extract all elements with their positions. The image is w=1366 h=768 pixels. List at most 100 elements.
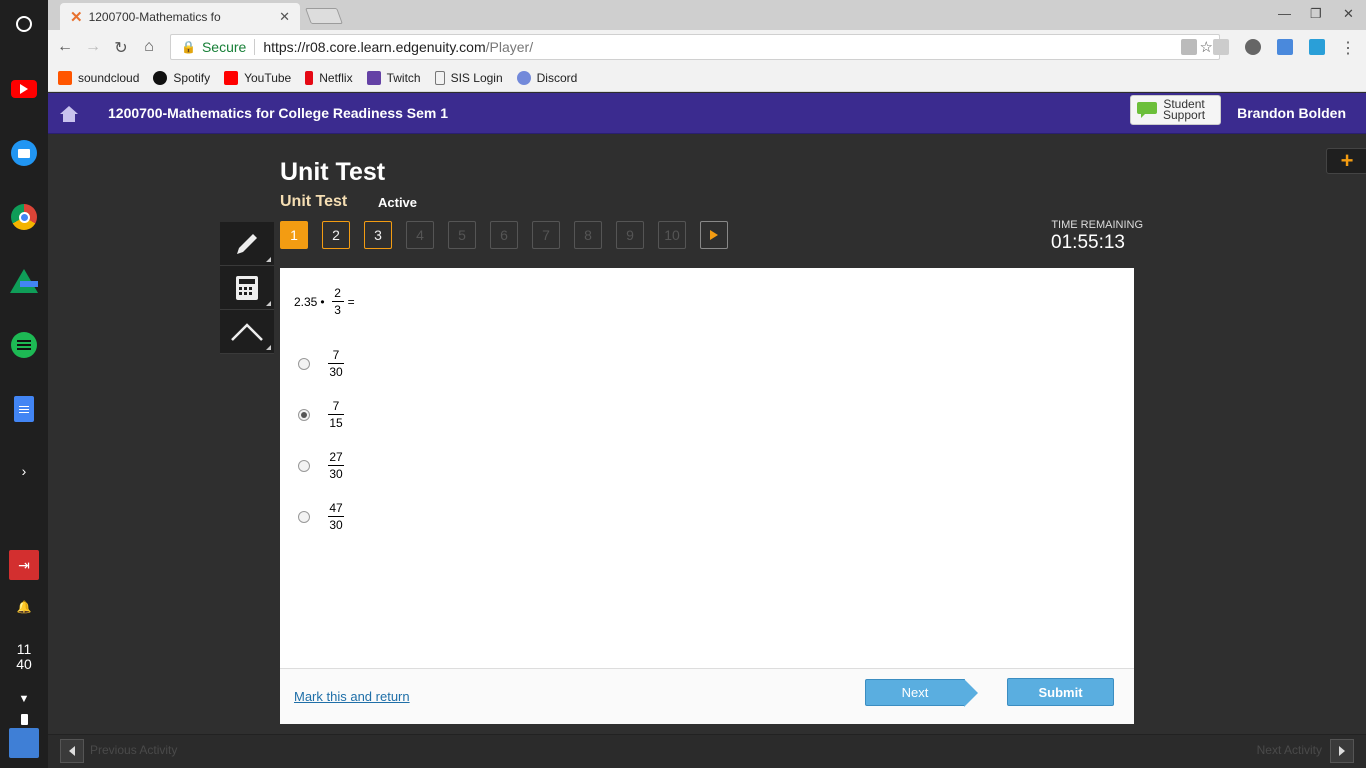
bookmark-netflix[interactable]: Netflix: [305, 70, 353, 85]
chrome-app-icon[interactable]: [9, 202, 39, 232]
home-icon[interactable]: ⌂: [139, 38, 159, 56]
user-name[interactable]: Brandon Bolden: [1237, 105, 1346, 121]
bookmark-sis-login[interactable]: SIS Login: [434, 70, 503, 85]
lock-icon: 🔒: [181, 40, 196, 54]
pencil-tool[interactable]: [220, 222, 274, 266]
next-questions-button[interactable]: [700, 221, 728, 249]
question-button-10[interactable]: 10: [658, 221, 686, 249]
activity-navigation-bar: Previous Activity Next Activity: [48, 734, 1366, 768]
question-button-4[interactable]: 4: [406, 221, 434, 249]
chevron-left-icon: [69, 746, 75, 756]
pencil-icon: [237, 233, 257, 254]
previous-activity-label[interactable]: Previous Activity: [90, 743, 177, 757]
expand-plus-button[interactable]: +: [1326, 148, 1366, 174]
minimize-icon[interactable]: —: [1278, 6, 1291, 21]
forward-icon[interactable]: →: [83, 38, 103, 56]
close-tab-icon[interactable]: ✕: [279, 9, 290, 25]
docs-app-icon[interactable]: [9, 394, 39, 424]
files-app-icon[interactable]: [9, 138, 39, 168]
clock-minute: 40: [16, 656, 32, 672]
answer-choice-a[interactable]: 7 30: [298, 348, 348, 379]
bookmark-label: Discord: [536, 70, 578, 85]
timer-label: TIME REMAINING: [1051, 219, 1143, 231]
browser-menu-icon[interactable]: ⋮: [1338, 38, 1358, 58]
answer-radio[interactable]: [298, 510, 310, 523]
highlighter-tool[interactable]: [220, 310, 274, 354]
previous-activity-button[interactable]: [60, 739, 84, 763]
browser-tab[interactable]: ✕ 1200700-Mathematics fo ✕: [60, 3, 300, 30]
fraction-numerator: 7: [332, 399, 340, 413]
question-button-7[interactable]: 7: [532, 221, 560, 249]
bookmark-label: soundcloud: [78, 70, 140, 85]
back-icon[interactable]: ←: [55, 38, 75, 56]
user-avatar[interactable]: [9, 728, 39, 758]
extension-copy-icon[interactable]: [1213, 39, 1229, 55]
question-button-3[interactable]: 3: [364, 221, 392, 249]
launcher-icon[interactable]: [9, 9, 39, 39]
fraction-denominator: 30: [329, 365, 343, 379]
address-bar[interactable]: 🔒 Secure https://r08.core.learn.edgenuit…: [170, 34, 1220, 60]
url-path: /Player/: [485, 39, 534, 55]
bookmark-twitch[interactable]: Twitch: [366, 70, 421, 85]
next-activity-button[interactable]: [1330, 739, 1354, 763]
answer-choice-b[interactable]: 7 15: [298, 399, 348, 430]
exit-app-icon[interactable]: ⇥: [9, 550, 39, 580]
expand-shelf-icon[interactable]: ›: [9, 456, 39, 486]
close-window-icon[interactable]: ✕: [1343, 6, 1354, 22]
question-button-5[interactable]: 5: [448, 221, 476, 249]
next-button-arrow[interactable]: [964, 679, 978, 707]
chevron-right-icon: [1339, 746, 1345, 756]
caret-tool-icon: [231, 322, 263, 341]
system-clock[interactable]: 11 40: [0, 642, 48, 672]
answer-radio-selected[interactable]: [298, 408, 310, 421]
question-prompt: 2.35 • 2 3 =: [294, 286, 355, 317]
restore-icon[interactable]: ❐: [1310, 6, 1322, 22]
answer-choice-c[interactable]: 27 30: [298, 450, 348, 481]
bookmark-label: YouTube: [244, 70, 292, 85]
youtube-app-icon[interactable]: [9, 74, 39, 104]
notification-bell-icon[interactable]: 🔔: [9, 592, 39, 622]
new-tab-button[interactable]: [305, 8, 343, 24]
answer-fraction: 27 30: [328, 450, 344, 481]
answer-fraction: 47 30: [328, 501, 344, 532]
calculator-tool[interactable]: [220, 266, 274, 310]
spotify-app-icon[interactable]: [9, 330, 39, 360]
bookmark-youtube[interactable]: YouTube: [224, 70, 292, 85]
answer-radio[interactable]: [298, 357, 310, 370]
tab-title: 1200700-Mathematics fo: [88, 9, 221, 24]
submit-button[interactable]: Submit: [1007, 678, 1114, 706]
bookmark-star-icon[interactable]: ☆: [1200, 38, 1213, 56]
next-activity-label[interactable]: Next Activity: [1257, 743, 1322, 757]
twitch-icon: [366, 70, 381, 85]
question-button-2[interactable]: 2: [322, 221, 350, 249]
course-home-button[interactable]: [48, 93, 90, 134]
question-footer: Mark this and return Next Submit: [280, 668, 1134, 724]
support-label: Student Support: [1163, 98, 1205, 121]
mark-and-return-link[interactable]: Mark this and return: [294, 689, 410, 704]
bookmark-discord[interactable]: Discord: [516, 70, 578, 85]
reload-icon[interactable]: ↻: [111, 38, 131, 58]
question-button-1[interactable]: 1: [280, 221, 308, 249]
next-button[interactable]: Next: [865, 679, 965, 706]
fraction-bar: [328, 516, 344, 517]
bookmark-label: Spotify: [173, 70, 211, 85]
answer-radio[interactable]: [298, 459, 310, 472]
question-button-8[interactable]: 8: [574, 221, 602, 249]
question-button-9[interactable]: 9: [616, 221, 644, 249]
fraction-numerator: 2: [334, 286, 341, 300]
extension-m-icon[interactable]: [1181, 39, 1197, 55]
question-button-6[interactable]: 6: [490, 221, 518, 249]
drive-app-icon[interactable]: [9, 266, 39, 296]
bookmark-soundcloud[interactable]: soundcloud: [58, 70, 140, 85]
youtube-icon: [224, 70, 239, 85]
activity-status: Active: [378, 195, 418, 210]
extension-cloud-icon[interactable]: [1309, 39, 1325, 55]
student-support-button[interactable]: Student Support: [1130, 95, 1221, 125]
translate-icon[interactable]: [1277, 39, 1293, 55]
tab-strip: ✕ 1200700-Mathematics fo ✕ — ❐ ✕: [48, 0, 1366, 30]
fraction-denominator: 3: [334, 303, 341, 317]
bookmark-spotify[interactable]: Spotify: [153, 70, 211, 85]
extension-mask-icon[interactable]: [1245, 39, 1261, 55]
answer-choice-d[interactable]: 47 30: [298, 501, 348, 532]
spotify-icon: [153, 70, 168, 85]
